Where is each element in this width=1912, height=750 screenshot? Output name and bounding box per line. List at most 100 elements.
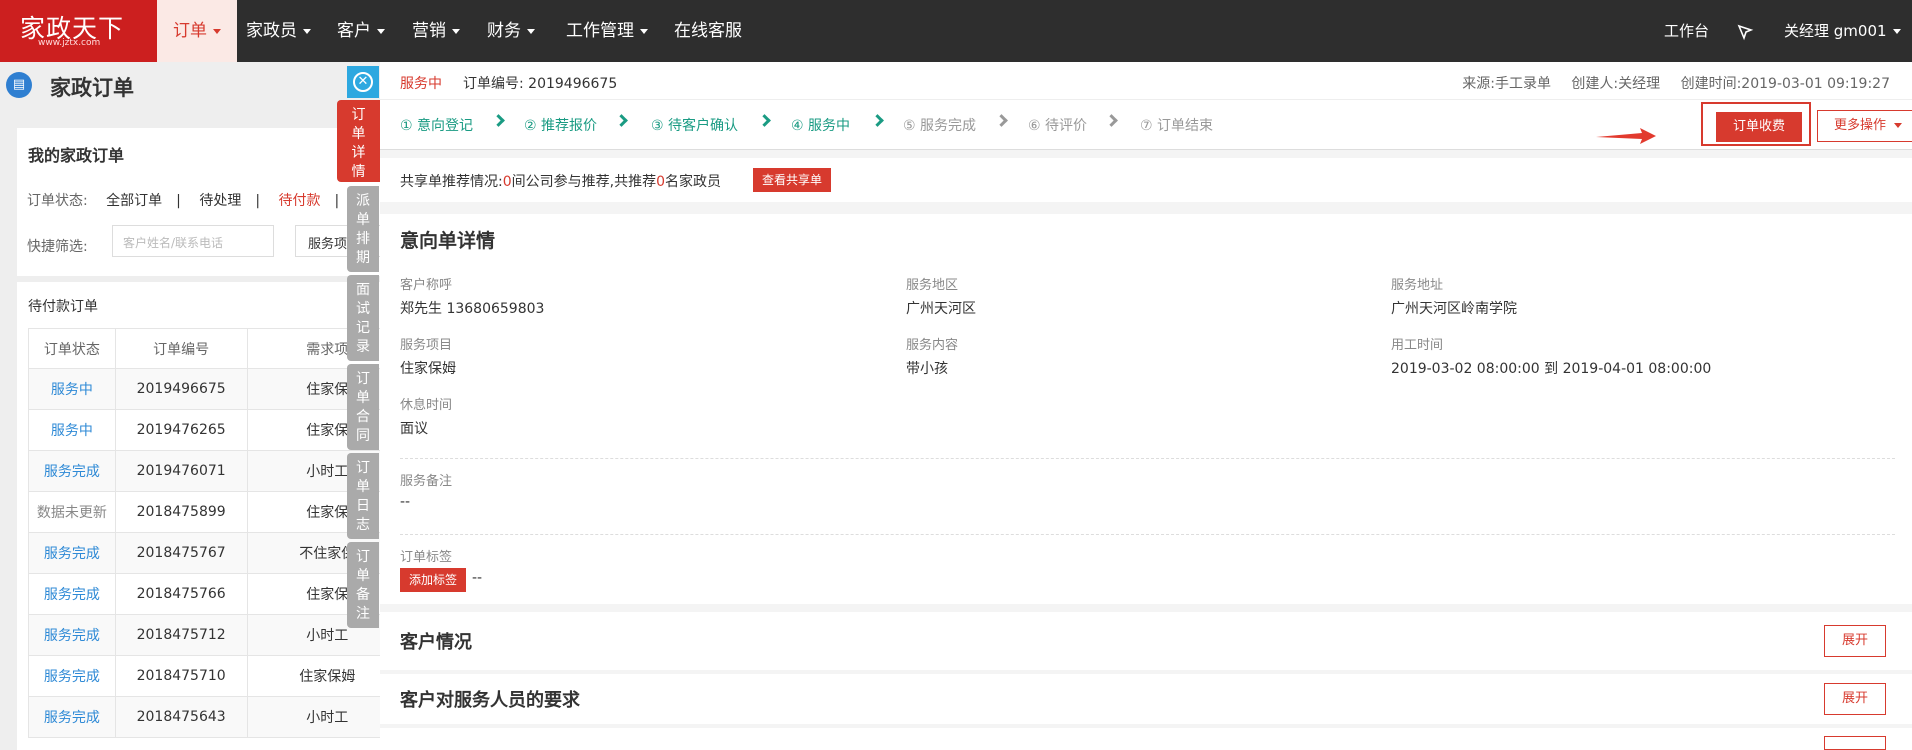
search-input[interactable]: 客户姓名/联系电话 [112,225,274,257]
row-status[interactable]: 服务完成 [28,532,116,574]
top-nav: 家政天下 www.jztx.com 订单 家政员 客户 营销 财务 工作管理 在… [0,0,1912,62]
nav-orders[interactable]: 订单 [157,0,237,62]
table-row[interactable]: 服务完成 2018475643 小时工 [28,696,409,738]
row-status[interactable]: 服务中 [28,409,116,451]
more-actions-button[interactable]: 更多操作 [1817,110,1912,142]
row-number: 2018475712 [114,614,248,656]
share-staff: 0 [656,174,666,190]
status-tab-all[interactable]: 全部订单 [106,193,162,209]
next-section [380,728,1912,750]
row-status[interactable]: 服务中 [28,368,116,410]
row-number: 2019496675 [114,368,248,410]
service-item-label: 服务项目 [400,338,453,353]
step-intent: ① 意向登记 [400,118,474,134]
row-number: 2018475899 [114,491,248,533]
tab-order-log-label: 订单日志 [356,460,370,533]
col-status: 订单状态 [28,328,116,369]
intent-title: 意向单详情 [400,230,496,252]
expand-button[interactable]: 展开 [1824,625,1886,657]
view-share-button[interactable]: 查看共享单 [753,168,831,192]
user-menu[interactable]: 关经理 gm001 [1784,0,1901,62]
row-status[interactable]: 服务完成 [28,696,116,738]
row-status[interactable]: 服务完成 [28,450,116,492]
row-status[interactable]: 服务完成 [28,614,116,656]
tab-order-contract-label: 订单合同 [356,371,370,444]
expand-button-partial[interactable] [1824,736,1886,750]
customer-label: 客户称呼 [400,278,453,293]
area-value: 广州天河区 [906,301,976,317]
tab-order-log[interactable]: 订单日志 [347,453,379,539]
customer-section-title: 客户情况 [400,632,472,653]
order-number-value: 2019496675 [528,76,618,92]
nav-customers-label: 客户 [337,21,371,41]
notification-icon[interactable] [1736,0,1756,62]
filter-card: 我的家政订单 订单状态: 全部订单| 待处理| 待付款| 服 快捷筛选: 客户姓… [17,128,381,276]
row-status[interactable]: 服务完成 [28,573,116,615]
tab-order-contract[interactable]: 订单合同 [347,364,379,450]
tab-order-detail[interactable]: 订单详情 [337,100,380,182]
nav-marketing[interactable]: 营销 [396,0,476,62]
share-companies: 0 [502,174,512,190]
nav-housekeepers[interactable]: 家政员 [230,0,327,62]
row-status[interactable]: 数据未更新 [28,491,116,533]
chevron-right-icon [758,114,771,127]
list-title: 待付款订单 [28,299,98,315]
intent-detail-section: 意向单详情 客户称呼 郑先生 13680659803 服务地区 广州天河区 服务… [380,214,1912,604]
step-confirm: ③ 待客户确认 [651,118,739,134]
tab-interview-records[interactable]: 面试记录 [347,275,379,361]
close-button[interactable]: ✕ [347,66,379,98]
chevron-down-icon [303,28,311,34]
book-icon: ▤ [6,72,32,98]
area-label: 服务地区 [906,278,959,293]
service-content-value: 带小孩 [906,361,948,377]
tab-order-notes-label: 订单备注 [356,549,370,622]
order-charge-button[interactable]: 订单收费 [1716,112,1802,142]
chevron-right-icon [871,114,884,127]
logo[interactable]: 家政天下 www.jztx.com [0,0,157,62]
chevron-right-icon [615,114,628,127]
orders-list-card: 待付款订单 订单状态 订单编号 需求项 服务中 2019496675 住家保 服务中… [17,282,409,750]
nav-workbench[interactable]: 工作台 [1664,0,1709,62]
more-actions-label: 更多操作 [1833,118,1886,133]
share-mid: 间公司参与推荐,共推荐 [511,174,657,190]
customer-value: 郑先生 13680659803 [400,301,545,317]
close-icon: ✕ [353,72,373,92]
expand-button[interactable]: 展开 [1824,683,1886,715]
status-tab-pending[interactable]: 待处理 [199,193,241,209]
requirements-section: 客户对服务人员的要求 展开 [380,674,1912,724]
nav-online-service-label: 在线客服 [674,21,742,41]
nav-online-service[interactable]: 在线客服 [658,0,758,62]
nav-work-management[interactable]: 工作管理 [550,0,664,62]
order-creator: 创建人:关经理 [1571,76,1661,92]
service-item-value: 住家保姆 [400,361,456,377]
nav-customers[interactable]: 客户 [321,0,401,62]
step-closed: ⑦ 订单结束 [1140,118,1214,134]
chevron-right-icon [1105,114,1118,127]
service-content-label: 服务内容 [906,338,959,353]
tab-order-detail-label: 订单详情 [351,107,366,180]
divider [400,458,1895,459]
service-remark-value: -- [400,494,411,510]
order-detail-panel: 服务中 订单编号: 2019496675 来源:手工录单 创建人:关经理 创建时… [380,62,1912,750]
chevron-down-icon [1892,29,1901,34]
chevron-down-icon [452,28,460,34]
chevron-down-icon [527,28,535,34]
chevron-down-icon [1894,123,1902,128]
tab-order-notes[interactable]: 订单备注 [347,542,379,628]
tab-dispatch-schedule[interactable]: 派单排期 [347,186,379,272]
add-tag-button[interactable]: 添加标签 [400,568,466,592]
user-name: 关经理 gm001 [1784,22,1887,40]
row-status[interactable]: 服务完成 [28,655,116,697]
row-number: 2018475766 [114,573,248,615]
status-label: 订单状态: [27,193,88,209]
chevron-right-icon [492,114,505,127]
rest-time-label: 休息时间 [400,398,453,413]
nav-finance[interactable]: 财务 [471,0,551,62]
nav-work-management-label: 工作管理 [566,21,634,41]
table-row[interactable]: 服务完成 2018475710 住家保姆 [28,655,409,697]
status-tab-unpaid[interactable]: 待付款 [279,193,321,209]
service-remark-label: 服务备注 [400,474,453,489]
order-source: 来源:手工录单 [1462,76,1551,92]
row-number: 2018475643 [114,696,248,738]
row-number: 2018475767 [114,532,248,574]
